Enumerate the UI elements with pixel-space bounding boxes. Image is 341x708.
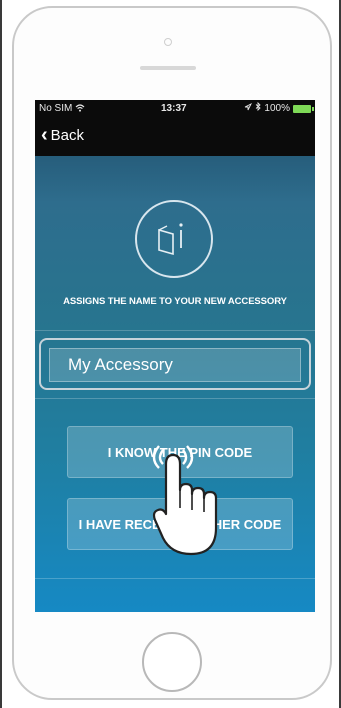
battery-icon (293, 105, 314, 113)
divider-bottom (35, 578, 315, 579)
tap-hand-icon (149, 442, 235, 556)
left-edge-line (0, 0, 2, 708)
divider-middle (35, 398, 315, 399)
app-screen: No SIM 13:37 100% ‹ Back ASSIGNS THE NAM… (35, 100, 315, 612)
status-time: 13:37 (161, 103, 187, 114)
status-bar: No SIM 13:37 100% (35, 100, 315, 118)
bluetooth-icon (255, 100, 262, 118)
home-button[interactable] (142, 632, 202, 692)
chevron-left-icon: ‹ (41, 124, 48, 146)
location-arrow-icon (244, 100, 253, 118)
navigation-bar: ‹ Back (35, 118, 315, 156)
battery-percent: 100% (264, 103, 290, 114)
back-button[interactable]: ‹ Back (41, 124, 85, 146)
status-right-group: 100% (244, 100, 314, 118)
accessory-name-input[interactable]: My Accessory (49, 348, 301, 382)
divider-top (35, 330, 315, 331)
back-label: Back (50, 126, 85, 144)
front-camera (164, 38, 172, 46)
accessory-logo-icon (135, 200, 213, 278)
wifi-icon (75, 103, 85, 114)
carrier-group: No SIM (39, 100, 85, 118)
carrier-label: No SIM (39, 103, 73, 114)
earpiece-speaker (140, 66, 196, 70)
page-headline: ASSIGNS THE NAME TO YOUR NEW ACCESSORY (63, 296, 287, 307)
